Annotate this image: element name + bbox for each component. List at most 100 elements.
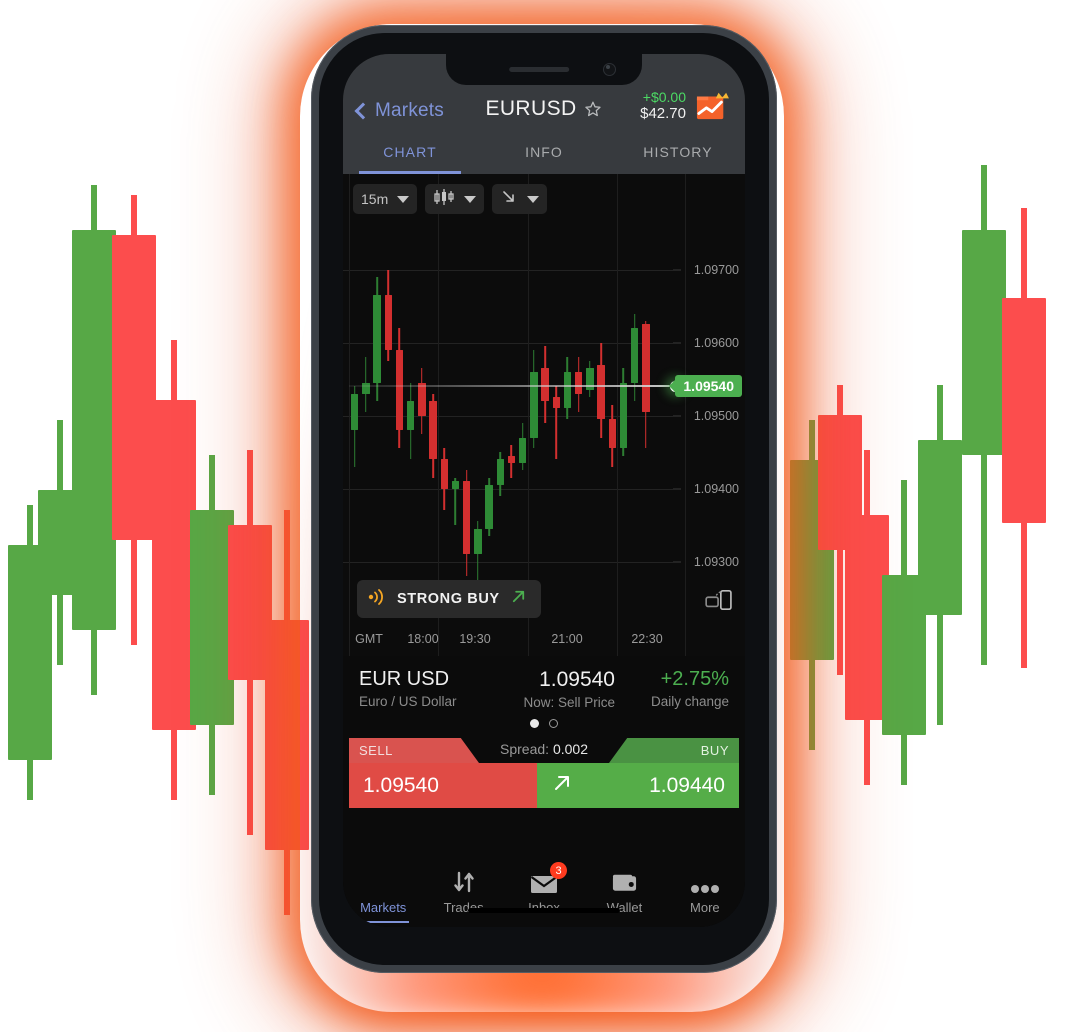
front-camera-icon [603, 63, 616, 76]
time-tick-label: 21:00 [551, 632, 583, 646]
nav-item-markets[interactable]: Markets [343, 857, 423, 923]
gridline-horizontal [343, 342, 673, 344]
signal-broadcast-icon [367, 588, 387, 611]
carousel-dots[interactable] [359, 719, 729, 728]
spread-info: Spread: 0.002 [500, 741, 588, 757]
candle [463, 470, 471, 577]
candle [519, 422, 527, 471]
background-candle [918, 385, 962, 725]
timeframe-label: 15m [361, 191, 389, 207]
candle [619, 368, 628, 456]
nav-item-wallet[interactable]: Wallet [584, 857, 664, 923]
quote-price-block: 1.09540 Now: Sell Price [523, 668, 615, 710]
arrow-up-right-icon [551, 772, 573, 799]
star-icon[interactable] [584, 100, 603, 119]
account-summary[interactable]: +$0.00 $42.70 [640, 89, 731, 122]
chart-toolbar: 15m [353, 184, 548, 214]
candle [351, 386, 359, 467]
strong-buy-signal-badge[interactable]: STRONG BUY [357, 580, 541, 618]
deal-header: SELL Spread: 0.002 BUY [349, 738, 739, 763]
tab-history[interactable]: HISTORY [611, 130, 745, 174]
candle [496, 452, 504, 496]
price-tick [673, 269, 681, 271]
background-candle [72, 185, 116, 695]
sell-tab[interactable]: SELL [349, 738, 479, 763]
chevron-down-icon [527, 195, 540, 203]
current-price-line [349, 385, 675, 388]
deal-panel: SELL Spread: 0.002 BUY 1.09540 1.09440 [349, 738, 739, 808]
price-tick-label: 1.09400 [693, 481, 739, 496]
carousel-dot-1[interactable] [530, 719, 539, 728]
quote-pair: EUR USD [359, 668, 450, 690]
candle [485, 477, 493, 536]
candle [451, 477, 460, 526]
nav-item-inbox[interactable]: 3 Inbox [504, 857, 584, 923]
bottom-navigation: Markets Trades 3 Wallet More [343, 857, 745, 927]
tab-info-label: INFO [525, 144, 563, 160]
wallet-icon [611, 868, 638, 894]
account-pl: +$0.00 [642, 88, 686, 105]
candle [563, 357, 572, 420]
candle [418, 368, 426, 434]
timeframe-dropdown[interactable]: 15m [353, 184, 418, 214]
time-tick-label: 19:30 [459, 632, 491, 646]
back-to-markets-button[interactable]: Markets [353, 100, 444, 122]
gridline-vertical [617, 174, 618, 656]
home-indicator [468, 908, 620, 913]
trading-app: Markets EURUSD +$0.00 $42.70 CHART INFO … [343, 54, 745, 927]
gridline-vertical [685, 174, 686, 656]
sell-tab-label: SELL [359, 743, 393, 758]
buy-tab[interactable]: BUY [609, 738, 739, 763]
nav-markets-label: Markets [360, 900, 407, 915]
quote-price: 1.09540 [539, 668, 615, 691]
time-tick-label: 22:30 [631, 632, 663, 646]
drawing-tool-dropdown[interactable] [492, 184, 548, 214]
candle [395, 328, 404, 449]
buy-button[interactable]: 1.09440 [537, 763, 739, 808]
carousel-dot-2[interactable] [549, 719, 558, 728]
gridline-horizontal [343, 561, 673, 563]
tab-history-label: HISTORY [643, 144, 713, 160]
screenshot-stage: Markets EURUSD +$0.00 $42.70 CHART INFO … [0, 0, 1088, 1032]
account-numbers: +$0.00 $42.70 [640, 89, 686, 122]
chevron-down-icon [464, 195, 477, 203]
tab-info[interactable]: INFO [477, 130, 611, 174]
earpiece-speaker-icon [509, 67, 570, 72]
account-balance: $42.70 [640, 104, 686, 122]
sell-price: 1.09540 [363, 773, 439, 797]
candle [373, 277, 381, 402]
price-chart[interactable]: 1.09700 1.09600 1.09500 1.09400 1.09300 1.095… [343, 174, 745, 656]
premium-chart-crown-icon[interactable] [693, 89, 731, 121]
gridline-vertical [349, 174, 350, 656]
deal-buttons: 1.09540 1.09440 [349, 763, 739, 808]
price-tick-label: 1.09500 [693, 408, 739, 423]
trend-arrow-down-right-icon [500, 188, 518, 211]
rotate-device-icon[interactable] [705, 589, 733, 616]
quote-change-sub: Daily change [650, 694, 729, 709]
background-candle [1002, 208, 1046, 668]
quote-summary[interactable]: EUR USD Euro / US Dollar 1.09540 Now: Se… [343, 656, 745, 732]
candle [586, 360, 594, 398]
phone-bezel: Markets EURUSD +$0.00 $42.70 CHART INFO … [319, 33, 769, 965]
nav-item-trades[interactable]: Trades [423, 857, 503, 923]
sell-button[interactable]: 1.09540 [349, 763, 537, 808]
chevron-left-icon [354, 102, 372, 120]
price-tick [673, 342, 681, 344]
price-tick-label: 1.09300 [693, 554, 739, 569]
candle [440, 448, 448, 511]
trades-arrows-icon [451, 868, 477, 894]
time-axis: GMT 18:00 19:30 21:00 22:30 [343, 632, 745, 652]
phone-notch [446, 54, 642, 85]
candle [597, 342, 605, 438]
candlestick-icon [433, 188, 455, 211]
background-candle [112, 195, 156, 645]
background-candle [962, 165, 1006, 665]
nav-item-more[interactable]: More [665, 857, 745, 923]
symbol-title-group: EURUSD [485, 97, 602, 121]
tab-chart[interactable]: CHART [343, 130, 477, 174]
candle [429, 393, 437, 478]
chart-type-dropdown[interactable] [425, 184, 485, 214]
candle [530, 350, 538, 449]
candle [631, 313, 639, 402]
quote-row: EUR USD Euro / US Dollar 1.09540 Now: Se… [359, 668, 729, 710]
